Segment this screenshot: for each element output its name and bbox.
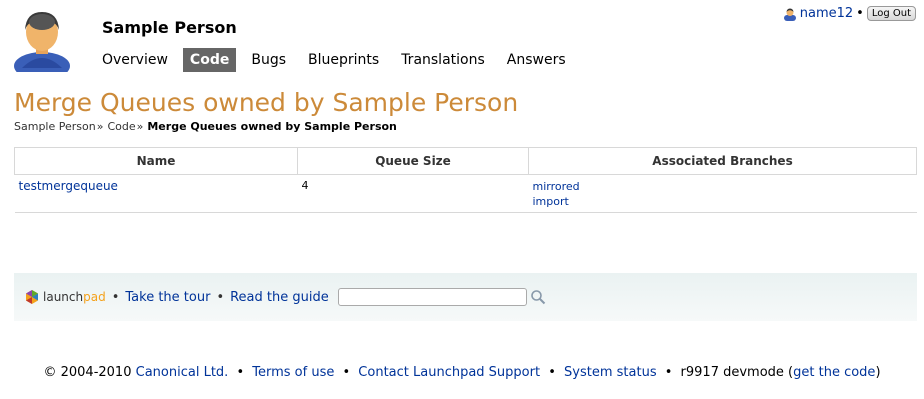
person-avatar-icon [14, 12, 70, 72]
search-icon[interactable] [530, 289, 546, 305]
bullet-separator: • [216, 289, 225, 305]
application-tabs: Overview Code Bugs Blueprints Translatio… [102, 48, 581, 72]
branch-link-import[interactable]: import [533, 194, 913, 209]
system-status-link[interactable]: System status [564, 365, 657, 380]
column-header-name[interactable]: Name [14, 147, 298, 175]
terms-of-use-link[interactable]: Terms of use [252, 365, 334, 380]
bullet-separator: • [548, 365, 556, 380]
take-the-tour-link[interactable]: Take the tour [125, 290, 210, 305]
bullet-separator: • [342, 365, 351, 380]
login-bar: name12 • Log Out [783, 6, 916, 21]
logout-button[interactable]: Log Out [866, 6, 916, 21]
breadcrumb-separator: » [136, 120, 144, 133]
page-title: Merge Queues owned by Sample Person [14, 88, 519, 117]
person-name: Sample Person [102, 18, 237, 37]
breadcrumb-current: Merge Queues owned by Sample Person [147, 120, 397, 133]
tab-answers[interactable]: Answers [500, 48, 573, 72]
tab-bugs[interactable]: Bugs [244, 48, 293, 72]
site-footer-bar: launchpad • Take the tour • Read the gui… [14, 273, 917, 321]
copyright-prefix: © 2004-2010 [43, 365, 132, 380]
breadcrumb-person[interactable]: Sample Person [14, 120, 96, 133]
cell-name: testmergequeue [14, 174, 298, 213]
merge-queues-table: Name Queue Size Associated Branches test… [14, 147, 917, 213]
bullet-separator: • [664, 365, 673, 380]
bullet-separator: • [236, 365, 245, 380]
branch-link-mirrored[interactable]: mirrored [533, 179, 913, 194]
tab-code[interactable]: Code [182, 48, 237, 72]
bullet-separator: • [111, 289, 120, 305]
launchpad-wordmark-pad: pad [83, 290, 106, 304]
copyright-line: © 2004-2010 Canonical Ltd. • Terms of us… [0, 365, 924, 380]
tab-overview[interactable]: Overview [102, 48, 175, 72]
launchpad-wordmark-launch: launch [43, 290, 84, 304]
breadcrumb-separator: » [96, 120, 104, 133]
cell-branches: mirrored import [528, 174, 917, 213]
breadcrumb-code[interactable]: Code [107, 120, 135, 133]
column-header-associated-branches[interactable]: Associated Branches [528, 147, 917, 175]
breadcrumb: Sample Person » Code » Merge Queues owne… [14, 120, 397, 133]
launchpad-logo-icon [26, 290, 38, 304]
footer-search [337, 288, 546, 306]
launchpad-logo[interactable]: launchpad [24, 289, 106, 305]
bullet-separator: • [856, 6, 864, 21]
table-row: testmergequeue 4 mirrored import [14, 174, 917, 213]
tab-blueprints[interactable]: Blueprints [301, 48, 386, 72]
user-name-link[interactable]: name12 [800, 6, 853, 21]
launchpad-wordmark: launchpad [43, 290, 106, 304]
canonical-link[interactable]: Canonical Ltd. [136, 365, 229, 380]
cell-queue-size: 4 [297, 174, 529, 213]
column-header-queue-size[interactable]: Queue Size [297, 147, 529, 175]
revision-suffix: ) [875, 365, 881, 380]
tab-translations[interactable]: Translations [394, 48, 492, 72]
merge-queue-link[interactable]: testmergequeue [19, 179, 118, 193]
person-icon [783, 8, 796, 21]
get-the-code-link[interactable]: get the code [793, 365, 875, 380]
revision-text: r9917 devmode ( [680, 365, 794, 380]
search-input[interactable] [337, 288, 527, 306]
read-the-guide-link[interactable]: Read the guide [230, 290, 329, 305]
contact-support-link[interactable]: Contact Launchpad Support [358, 365, 540, 380]
